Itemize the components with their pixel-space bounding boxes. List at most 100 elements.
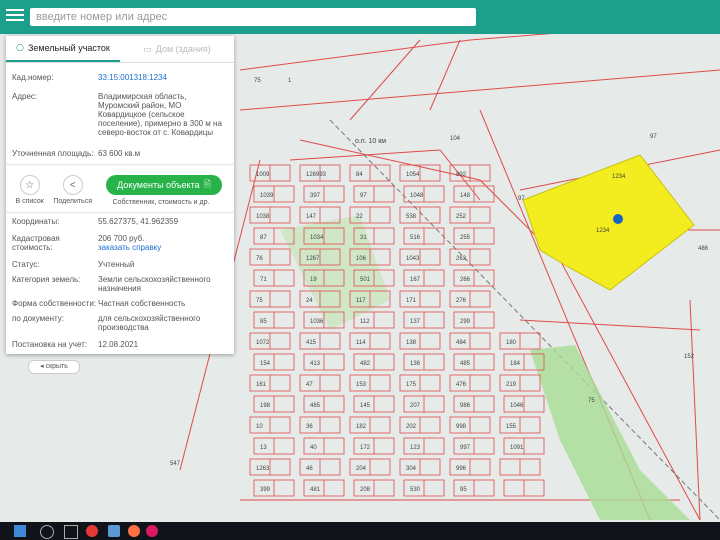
block-label: 255	[460, 235, 471, 241]
block-label: 117	[356, 298, 366, 304]
block-label: 1036	[310, 319, 324, 325]
block-label: 47	[306, 382, 313, 388]
block-label: 182	[356, 424, 367, 430]
task-view-icon[interactable]	[64, 525, 78, 539]
block-label: 22	[356, 214, 363, 220]
star-icon: ☆	[19, 175, 40, 195]
block-label: 1034	[310, 235, 324, 241]
block-label: 155	[506, 424, 517, 430]
block-label: 75	[256, 298, 263, 304]
category-value: Земли сельскохозяйственного назначения	[98, 275, 211, 293]
block-label: 399	[260, 487, 271, 493]
block-label: 19	[310, 277, 317, 283]
share-button[interactable]: < Поделиться	[53, 175, 92, 205]
block-label: 126993	[306, 172, 327, 178]
block-label: 413	[310, 361, 321, 367]
block-label: 97	[360, 193, 367, 199]
search-input[interactable]: введите номер или адрес	[30, 8, 476, 26]
block-label: 1039	[260, 193, 274, 199]
block-label: 10	[256, 424, 263, 430]
block-label: 538	[406, 214, 417, 220]
use-value: для сельскохозяйственного производства	[98, 314, 201, 332]
block-label: 530	[410, 487, 421, 493]
coords-value: 55.627375, 41.962359	[98, 217, 179, 226]
block-label: 175	[406, 382, 417, 388]
block-label: 46	[306, 466, 313, 472]
block-label: 171	[406, 298, 417, 304]
block-label: 299	[460, 319, 471, 325]
block-label: 501	[360, 277, 371, 283]
cost-value: 206 700 руб.	[98, 234, 145, 243]
documents-button[interactable]: Документы объекта 🗎	[106, 175, 222, 195]
parcel-marker	[613, 214, 623, 224]
building-icon: ▭	[143, 43, 152, 54]
browser-icon[interactable]	[86, 525, 98, 537]
parcel-label: 486	[698, 246, 709, 252]
block-label: 76	[256, 256, 263, 262]
address-value: Владимирская область, Муромский район, М…	[98, 92, 222, 137]
block-label: 1009	[256, 172, 270, 178]
block-label: 123	[410, 445, 421, 451]
top-bar: введите номер или адрес	[0, 0, 720, 34]
block-label: 485	[460, 361, 471, 367]
parcel-label: 75	[254, 78, 261, 84]
use-label: по документу:	[12, 314, 64, 323]
block-label: 996	[456, 466, 467, 472]
app-icon-3[interactable]	[146, 525, 158, 537]
block-label: 208	[360, 487, 371, 493]
block-label: 172	[360, 445, 371, 451]
share-icon: <	[62, 175, 83, 195]
status-label: Статус:	[12, 260, 40, 269]
block-label: 40	[310, 445, 317, 451]
block-label: 1048	[410, 193, 424, 199]
block-label: 465	[310, 403, 321, 409]
block-label: 71	[260, 277, 267, 283]
app-icon[interactable]	[108, 525, 120, 537]
block-label: 137	[410, 319, 421, 325]
block-label: 148	[460, 193, 471, 199]
block-label: 167	[410, 277, 421, 283]
parcel-label: 1234	[596, 228, 610, 234]
block-label: 1091	[510, 445, 524, 451]
block-label: 482	[360, 361, 371, 367]
add-to-list-button[interactable]: ☆ В список	[14, 175, 45, 205]
block-label: 153	[356, 382, 367, 388]
menu-icon[interactable]	[6, 6, 24, 24]
app-icon-2[interactable]	[128, 525, 140, 537]
block-label: 202	[406, 424, 417, 430]
collapse-button[interactable]: ◂ скрыть	[28, 360, 80, 374]
block-label: 1072	[256, 340, 270, 346]
parcel-label: 547	[170, 461, 181, 467]
documents-subtitle: Собственник, стоимость и др.	[112, 199, 210, 206]
parcel-label: 152	[684, 354, 695, 360]
parcel-label: 75	[588, 398, 595, 404]
ownership-label: Форма собственности:	[12, 299, 97, 308]
block-label: 161	[256, 382, 267, 388]
block-label: 263	[456, 256, 467, 262]
cad-label: Кад.номер:	[12, 73, 54, 82]
parcel-label: 1234	[612, 174, 626, 180]
tab-land-plot[interactable]: ⎔ Земельный участок	[6, 36, 120, 62]
search-icon[interactable]	[40, 525, 54, 539]
registration-value: 12.08.2021	[98, 340, 139, 349]
block-label: 87	[260, 235, 267, 241]
block-label: 207	[410, 403, 421, 409]
parcel-label: 97	[518, 196, 525, 202]
windows-start-icon[interactable]	[14, 525, 26, 537]
block-label: 31	[360, 235, 367, 241]
block-label: 997	[460, 445, 471, 451]
block-label: 484	[456, 340, 467, 346]
cost-label: Кадастровая стоимость:	[12, 234, 60, 252]
order-certificate-link[interactable]: заказать справку	[98, 243, 228, 252]
tab-building[interactable]: ▭ Дом (здания)	[120, 36, 234, 62]
block-label: 180	[506, 340, 517, 346]
block-label: 204	[356, 466, 367, 472]
area-value: 63 600 кв.м	[98, 149, 141, 158]
block-label: 24	[306, 298, 313, 304]
block-label: 415	[306, 340, 317, 346]
cad-number[interactable]: 33:15:001318:1234	[98, 73, 228, 82]
block-label: 219	[506, 382, 517, 388]
block-label: 1046	[510, 403, 524, 409]
taskbar	[0, 522, 720, 540]
block-label: 1054	[406, 172, 420, 178]
